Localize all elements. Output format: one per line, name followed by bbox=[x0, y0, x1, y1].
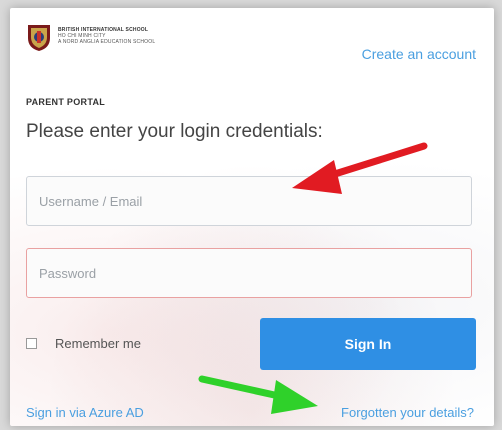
red-arrow-annotation bbox=[292, 142, 428, 194]
green-arrow-annotation bbox=[198, 375, 318, 414]
annotation-overlay bbox=[198, 142, 428, 414]
